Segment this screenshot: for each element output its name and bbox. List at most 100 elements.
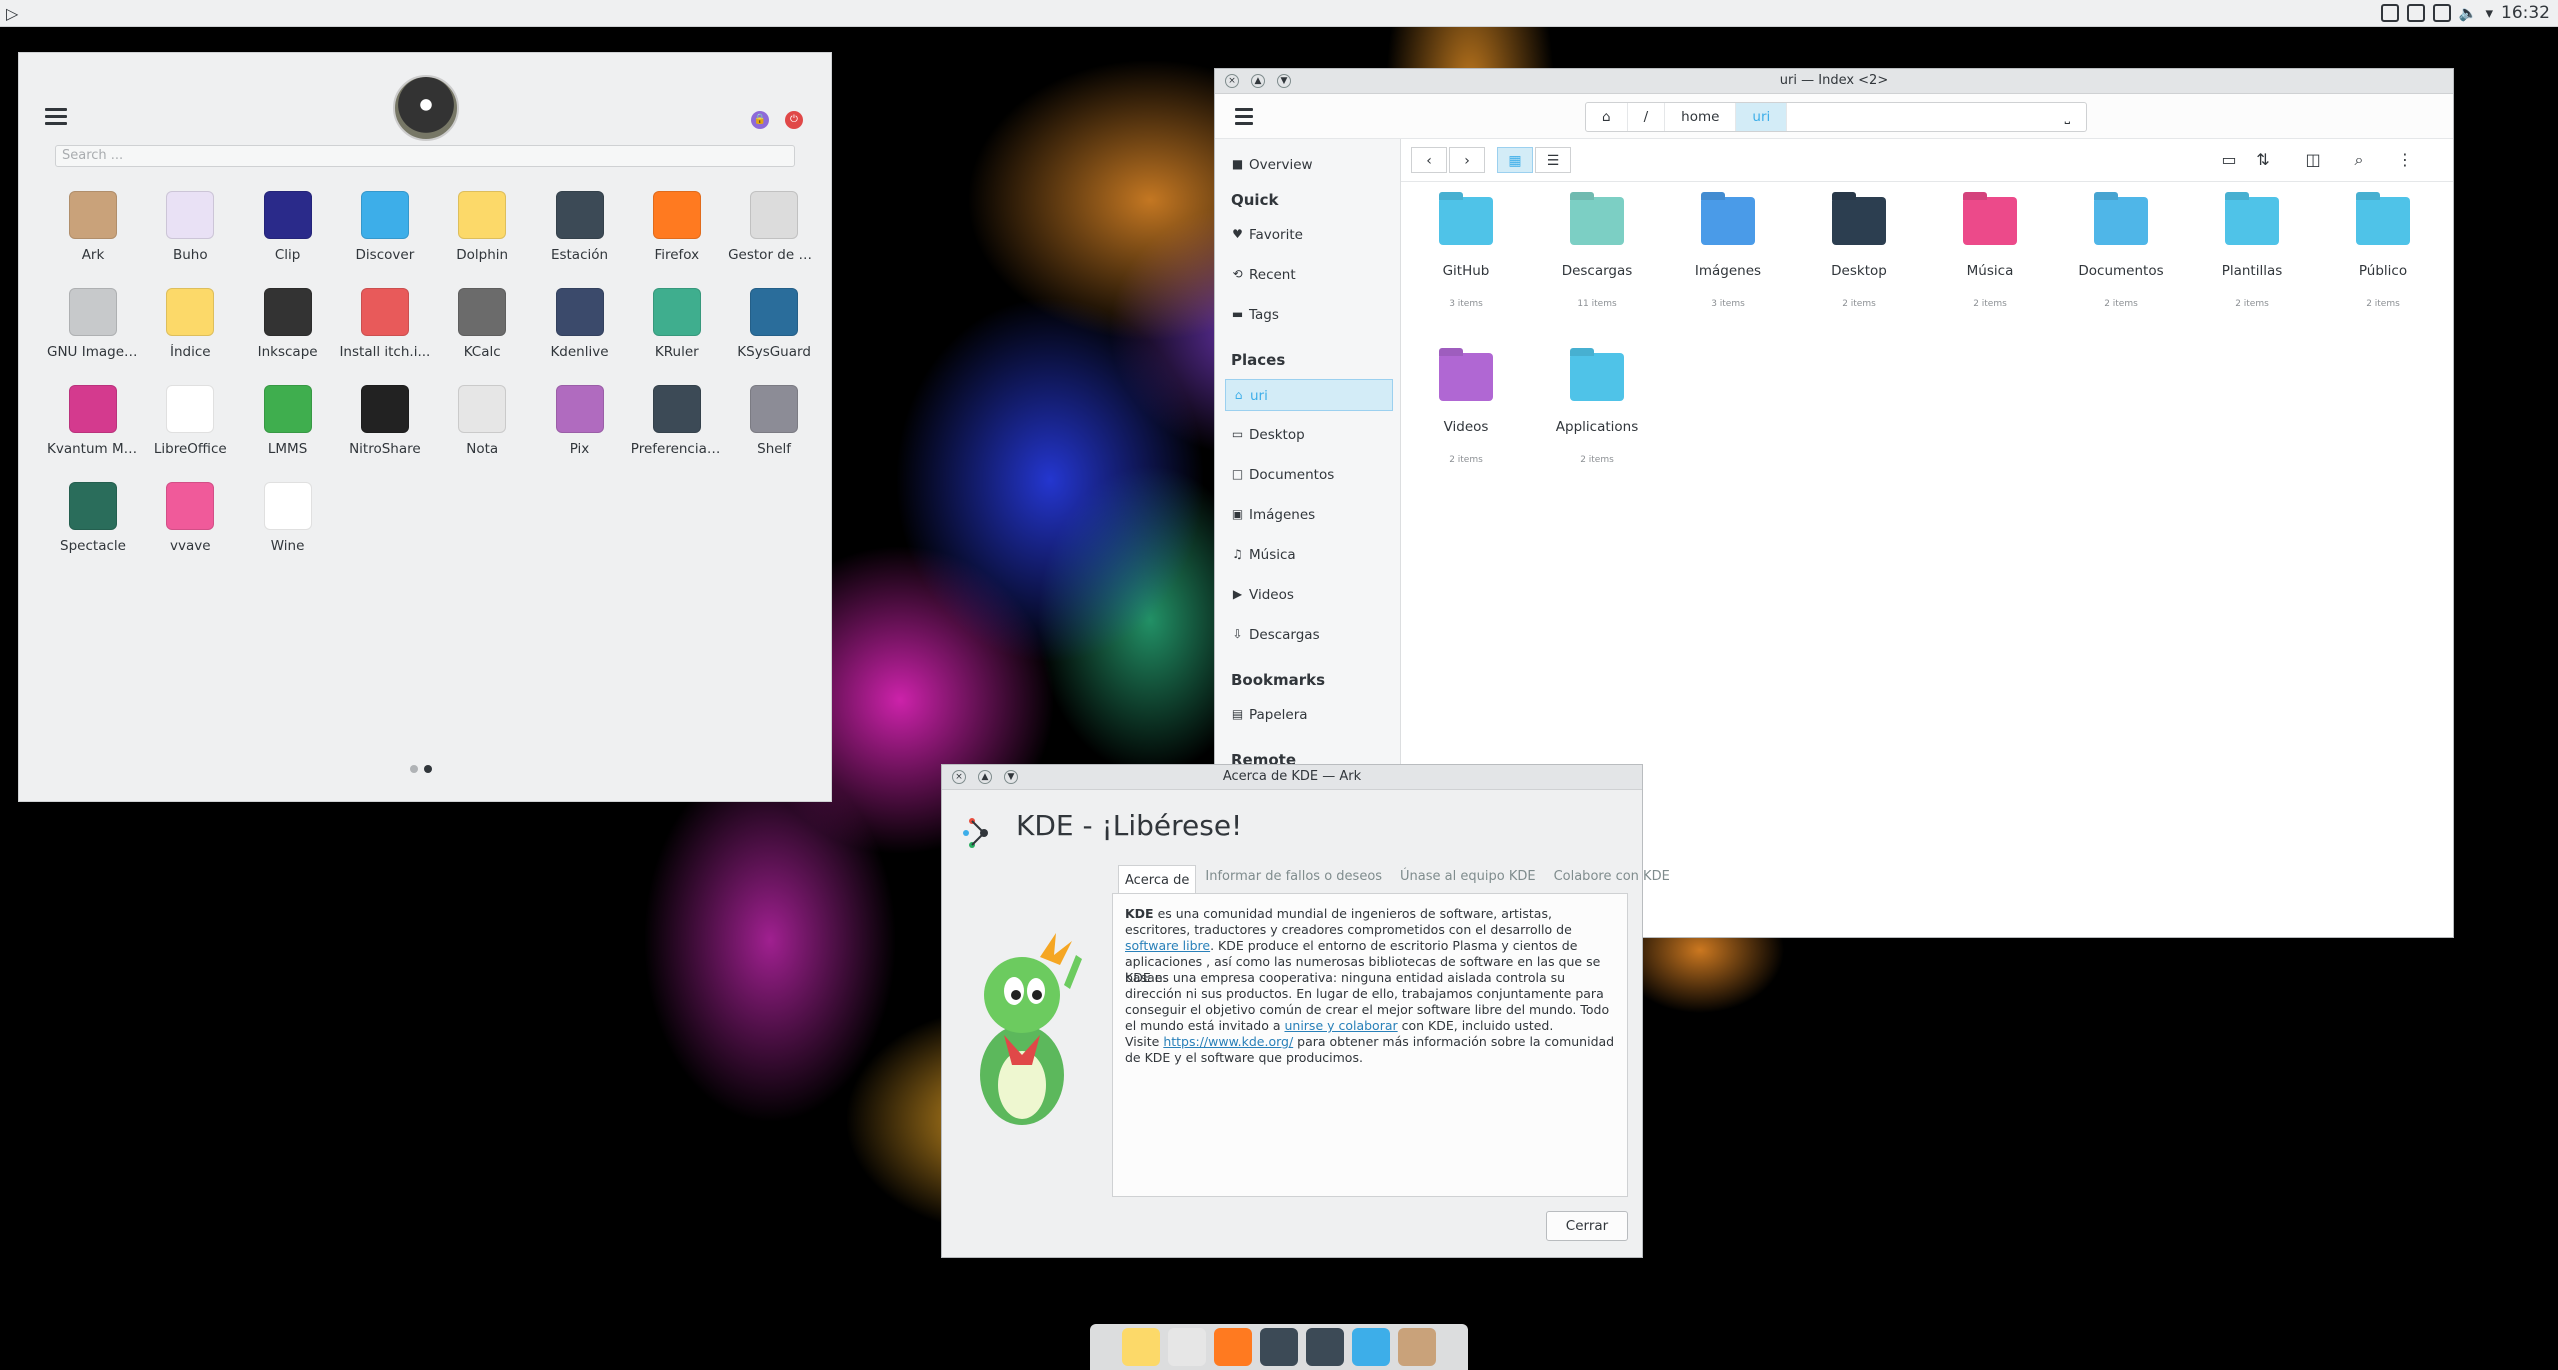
unirse-link[interactable]: unirse y colaborar xyxy=(1284,1018,1397,1033)
tab-colabore[interactable]: Colabore con KDE xyxy=(1545,861,1679,893)
sidebar-item-place-3[interactable]: ▣ Imágenes xyxy=(1225,499,1393,531)
search-input[interactable]: Search ... xyxy=(55,145,795,167)
back-button[interactable]: ‹ xyxy=(1411,147,1447,173)
file-item[interactable]: Desktop 2 items xyxy=(1794,197,1924,309)
sidebar-label: Papelera xyxy=(1249,707,1308,723)
breadcrumb-home[interactable]: home xyxy=(1665,103,1737,131)
sidebar-item-2-quick[interactable]: ▬ Tags xyxy=(1225,299,1393,331)
app-12[interactable]: KCalc xyxy=(436,278,528,374)
app-9[interactable]: Índice xyxy=(144,278,236,374)
app-25[interactable]: vvave xyxy=(144,472,236,568)
sidebar-item-1-quick[interactable]: ⟲ Recent xyxy=(1225,259,1393,291)
app-4[interactable]: Dolphin xyxy=(436,181,528,277)
volume-icon[interactable]: 🔈 xyxy=(2459,4,2478,22)
terminal-icon[interactable]: ▭ xyxy=(2217,148,2241,172)
app-0[interactable]: Ark xyxy=(47,181,139,277)
app-20[interactable]: Nota xyxy=(436,375,528,471)
app-3[interactable]: Discover xyxy=(339,181,431,277)
app-18[interactable]: LMMS xyxy=(242,375,334,471)
app-24[interactable]: Spectacle xyxy=(47,472,139,568)
breadcrumb-root[interactable]: / xyxy=(1628,103,1666,131)
app-label: Nota xyxy=(466,441,499,457)
app-6[interactable]: Firefox xyxy=(631,181,723,277)
page-dot[interactable] xyxy=(410,765,418,773)
app-8[interactable]: GNU Image ... xyxy=(47,278,139,374)
power-icon[interactable]: ⏻ xyxy=(785,111,803,129)
app-16[interactable]: Kvantum Ma... xyxy=(47,375,139,471)
file-item[interactable]: GitHub 3 items xyxy=(1401,197,1531,309)
app-22[interactable]: Preferencias... xyxy=(631,375,723,471)
sidebar-item-overview[interactable]: ■ Overview xyxy=(1225,149,1393,181)
dock-app-icon[interactable] xyxy=(1352,1328,1390,1366)
menu-icon[interactable] xyxy=(45,108,67,126)
chevron-down-icon[interactable]: ▾ xyxy=(2485,4,2493,22)
play-icon[interactable]: ▷ xyxy=(6,4,18,23)
tab-informar[interactable]: Informar de fallos o deseos xyxy=(1196,861,1391,893)
file-item[interactable]: Applications 2 items xyxy=(1532,353,1662,465)
split-view-icon[interactable]: ◫ xyxy=(2301,148,2325,172)
breadcrumb-uri[interactable]: uri xyxy=(1736,103,1788,131)
sidebar-item-place-2[interactable]: □ Documentos xyxy=(1225,459,1393,491)
forward-button[interactable]: › xyxy=(1449,147,1485,173)
clock[interactable]: 16:32 xyxy=(2501,3,2550,23)
home-icon[interactable]: ⌂ xyxy=(1586,103,1628,131)
kde-org-link[interactable]: https://www.kde.org/ xyxy=(1163,1034,1293,1049)
sidebar-item-place-0[interactable]: ⌂ uri xyxy=(1225,379,1393,411)
dock-app-icon[interactable] xyxy=(1122,1328,1160,1366)
close-button[interactable]: Cerrar xyxy=(1546,1211,1628,1241)
tab-acerca[interactable]: Acerca de xyxy=(1118,865,1197,896)
app-15[interactable]: KSysGuard xyxy=(728,278,820,374)
sidebar-label: Tags xyxy=(1249,307,1279,323)
dock-app-icon[interactable] xyxy=(1398,1328,1436,1366)
sort-icon[interactable]: ⇅ xyxy=(2251,148,2275,172)
sidebar-item-papelera[interactable]: ▤ Papelera xyxy=(1225,699,1393,731)
app-17[interactable]: LibreOffice xyxy=(144,375,236,471)
file-item[interactable]: Música 2 items xyxy=(1925,197,2055,309)
file-item[interactable]: Imágenes 3 items xyxy=(1663,197,1793,309)
app-2[interactable]: Clip xyxy=(242,181,334,277)
app-label: Estación xyxy=(550,247,609,263)
app-11[interactable]: Install itch.i... xyxy=(339,278,431,374)
menu-icon[interactable] xyxy=(1235,108,1253,129)
app-7[interactable]: Gestor de pa... xyxy=(728,181,820,277)
app-19[interactable]: NitroShare xyxy=(339,375,431,471)
sidebar-item-place-1[interactable]: ▭ Desktop xyxy=(1225,419,1393,451)
tab-content: KDE es una comunidad mundial de ingenier… xyxy=(1112,893,1628,1197)
app-14[interactable]: KRuler xyxy=(631,278,723,374)
file-item[interactable]: Plantillas 2 items xyxy=(2187,197,2317,309)
path-edit-icon[interactable]: ⎵ xyxy=(1787,103,2086,131)
app-label: Shelf xyxy=(757,441,792,457)
sidebar-item-place-4[interactable]: ♫ Música xyxy=(1225,539,1393,571)
file-item[interactable]: Documentos 2 items xyxy=(2056,197,2186,309)
app-10[interactable]: Inkscape xyxy=(242,278,334,374)
app-5[interactable]: Estación xyxy=(534,181,626,277)
keyboard-icon[interactable] xyxy=(2406,4,2425,22)
grid-view-button[interactable]: ▦ xyxy=(1497,147,1533,173)
sidebar-item-place-6[interactable]: ⇩ Descargas xyxy=(1225,619,1393,651)
software-libre-link[interactable]: software libre xyxy=(1125,938,1210,953)
dock-app-icon[interactable] xyxy=(1168,1328,1206,1366)
page-dot[interactable] xyxy=(424,765,432,773)
sidebar-item-place-5[interactable]: ▶ Videos xyxy=(1225,579,1393,611)
tab-unase[interactable]: Únase al equipo KDE xyxy=(1391,861,1545,893)
dock-app-icon[interactable] xyxy=(1306,1328,1344,1366)
app-label: Índice xyxy=(170,344,211,360)
file-item[interactable]: Público 2 items xyxy=(2318,197,2448,309)
clipboard-icon[interactable] xyxy=(2432,4,2451,22)
lock-icon[interactable]: 🔒 xyxy=(751,111,769,129)
sidebar-item-0-quick[interactable]: ♥ Favorite xyxy=(1225,219,1393,251)
app-13[interactable]: Kdenlive xyxy=(534,278,626,374)
file-item[interactable]: Descargas 11 items xyxy=(1532,197,1662,309)
app-1[interactable]: Buho xyxy=(144,181,236,277)
screenshot-icon[interactable] xyxy=(2380,4,2399,22)
dock-app-icon[interactable] xyxy=(1260,1328,1298,1366)
app-26[interactable]: Wine xyxy=(242,472,334,568)
list-view-button[interactable]: ☰ xyxy=(1535,147,1571,173)
dock-app-icon[interactable] xyxy=(1214,1328,1252,1366)
file-item[interactable]: Videos 2 items xyxy=(1401,353,1531,465)
app-21[interactable]: Pix xyxy=(534,375,626,471)
avatar[interactable] xyxy=(393,75,459,141)
more-icon[interactable]: ⋮ xyxy=(2393,148,2417,172)
search-icon[interactable]: ⌕ xyxy=(2347,148,2371,172)
app-23[interactable]: Shelf xyxy=(728,375,820,471)
